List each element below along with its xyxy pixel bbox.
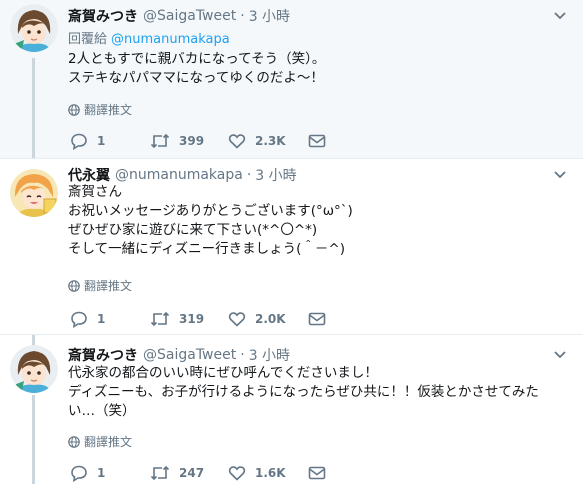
reply-icon	[71, 133, 87, 150]
retweet-button[interactable]: 399	[150, 131, 204, 151]
reply-count: 1	[97, 134, 106, 148]
retweet-button[interactable]: 247	[150, 463, 204, 483]
reply-button[interactable]: 1	[70, 131, 105, 151]
user-handle[interactable]: @numanumakapa	[115, 167, 243, 183]
tweet-3[interactable]: 斎賀みつき @SaigaTweet · 3 小時 代永家の都合のいい時にぜひ呼ん…	[0, 334, 583, 484]
retweet-count: 399	[179, 134, 205, 148]
separator-dot: ·	[246, 167, 252, 183]
heart-icon	[228, 134, 246, 149]
tweet-1[interactable]: 斎賀みつき @SaigaTweet · 3 小時 回覆給 @numanumakap…	[0, 0, 583, 158]
display-name[interactable]: 代永翼	[68, 165, 110, 185]
retweet-button[interactable]: 319	[150, 309, 204, 329]
like-count: 2.0K	[255, 312, 286, 326]
avatar-saigatweet[interactable]	[10, 4, 58, 52]
avatar-saigatweet[interactable]	[10, 345, 58, 393]
tweet-actions: 1 247 1.6K	[70, 463, 350, 483]
avatar-numanumakapa[interactable]	[10, 169, 58, 217]
tweet-header: 斎賀みつき @SaigaTweet · 3 小時	[68, 345, 290, 365]
retweet-icon	[150, 133, 170, 149]
tweet-header: 代永翼 @numanumakapa · 3 小時	[68, 165, 297, 185]
retweet-icon	[150, 465, 170, 481]
reply-button[interactable]: 1	[70, 463, 105, 483]
thread-line	[32, 335, 35, 345]
separator-dot: ·	[240, 347, 245, 363]
like-button[interactable]: 2.3K	[228, 131, 286, 151]
user-handle[interactable]: @SaigaTweet	[143, 347, 236, 363]
display-name[interactable]: 斎賀みつき	[68, 6, 138, 26]
translate-label: 翻譯推文	[84, 435, 133, 449]
tweet-text: 斎賀さん お祝いメッセージありがとうございます(°ω°ˋ) ぜひぜひ家に遊びに来…	[68, 184, 353, 257]
reply-count: 1	[97, 312, 106, 326]
globe-icon	[68, 103, 80, 116]
separator-dot: ·	[240, 8, 245, 24]
like-count: 1.6K	[255, 466, 286, 480]
chevron-down-icon[interactable]	[553, 348, 567, 362]
tweet-text: 2人ともすでに親バカになってそう（笑）。 ステキなパパママになってゆくのだよ〜！	[68, 51, 326, 86]
replying-to: 回覆給 @numanumakapa	[68, 28, 230, 47]
envelope-icon	[308, 312, 326, 326]
timestamp[interactable]: 3 小時	[255, 165, 296, 185]
replying-to-label: 回覆給	[68, 32, 108, 47]
tweet-header: 斎賀みつき @SaigaTweet · 3 小時	[68, 6, 290, 26]
display-name[interactable]: 斎賀みつき	[68, 345, 138, 365]
retweet-count: 319	[179, 312, 205, 326]
direct-message-button[interactable]	[308, 309, 326, 329]
timestamp[interactable]: 3 小時	[249, 6, 290, 26]
tweet-actions: 1 399 2.3K	[70, 131, 350, 151]
replying-to-link[interactable]: @numanumakapa	[111, 32, 230, 47]
timestamp[interactable]: 3 小時	[249, 345, 290, 365]
tweet-text: 代永家の都合のいい時にぜひ呼んでくださいまし！ ディズニーも、お子が行けるように…	[68, 365, 539, 419]
like-button[interactable]: 1.6K	[228, 463, 286, 483]
reply-button[interactable]: 1	[70, 309, 105, 329]
retweet-count: 247	[179, 466, 205, 480]
translate-label: 翻譯推文	[84, 103, 133, 117]
globe-icon	[68, 435, 80, 448]
like-button[interactable]: 2.0K	[228, 309, 286, 329]
envelope-icon	[308, 134, 326, 148]
direct-message-button[interactable]	[308, 131, 326, 151]
translate-label: 翻譯推文	[84, 279, 133, 293]
chevron-down-icon[interactable]	[553, 168, 567, 182]
globe-icon	[68, 279, 80, 292]
translate-tweet[interactable]: 翻譯推文	[68, 433, 132, 450]
tweet-2[interactable]: 代永翼 @numanumakapa · 3 小時 斎賀さん お祝いメッセージあり…	[0, 158, 583, 334]
thread-line	[32, 395, 35, 484]
retweet-icon	[150, 311, 170, 327]
reply-count: 1	[97, 466, 106, 480]
like-count: 2.3K	[255, 134, 286, 148]
translate-tweet[interactable]: 翻譯推文	[68, 277, 132, 294]
reply-icon	[71, 465, 87, 482]
heart-icon	[228, 312, 246, 327]
heart-icon	[228, 466, 246, 481]
tweet-actions: 1 319 2.0K	[70, 309, 350, 329]
envelope-icon	[308, 466, 326, 480]
translate-tweet[interactable]: 翻譯推文	[68, 101, 132, 118]
chevron-down-icon[interactable]	[553, 9, 567, 23]
thread-line	[32, 58, 35, 158]
direct-message-button[interactable]	[308, 463, 326, 483]
reply-icon	[71, 311, 87, 328]
user-handle[interactable]: @SaigaTweet	[143, 8, 236, 24]
